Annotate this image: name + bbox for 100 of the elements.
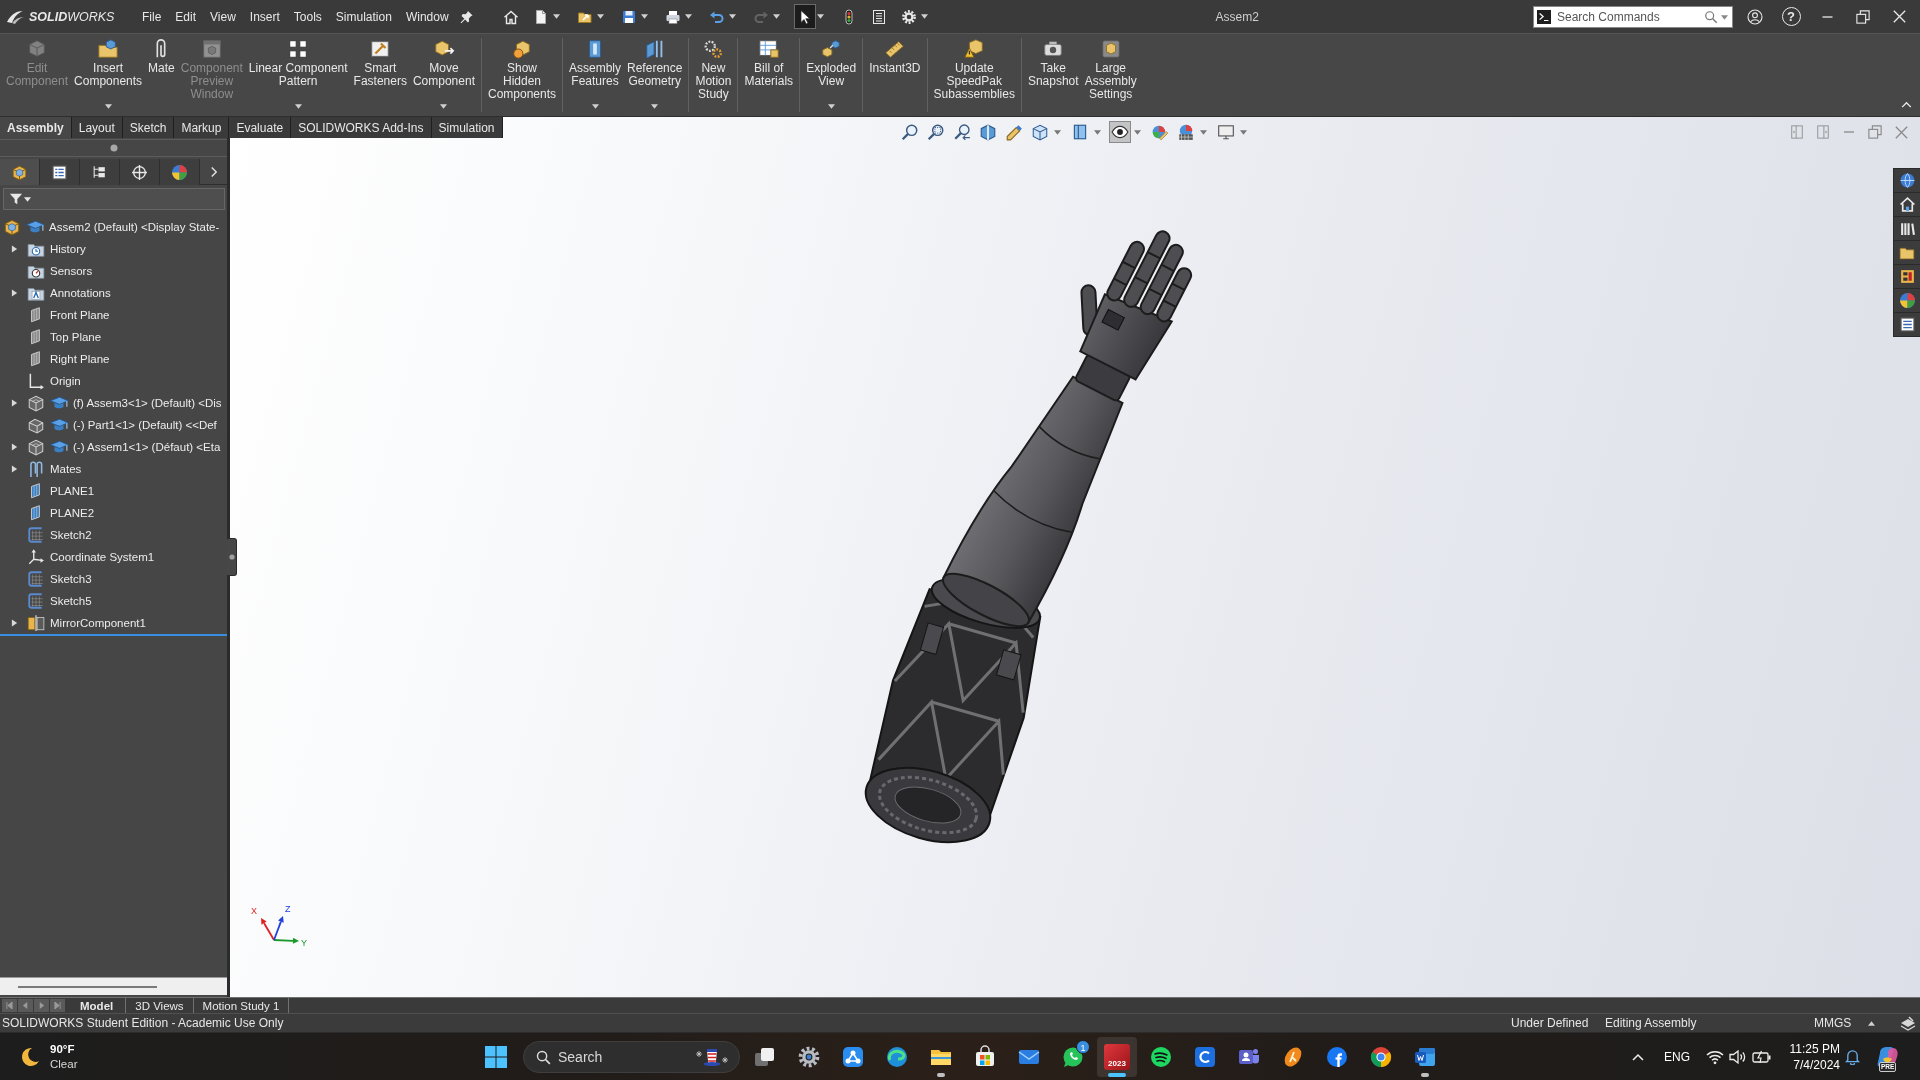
tree-item[interactable]: PLANE2 xyxy=(27,503,97,523)
horizontal-scrollbar[interactable] xyxy=(0,977,227,995)
expand-arrow-icon[interactable] xyxy=(10,289,18,297)
take-snapshot-button[interactable]: Take Snapshot xyxy=(1024,34,1082,116)
panel-collapse-handle[interactable] xyxy=(227,538,237,576)
reference-geometry-button[interactable]: Reference Geometry xyxy=(624,34,686,116)
tree-item[interactable]: Sensors xyxy=(27,261,95,281)
update-speedpak-button[interactable]: Update SpeedPak Subassemblies xyxy=(930,34,1018,116)
tree-item[interactable]: (f) Assem3<1> (Default) <Dis xyxy=(27,393,224,413)
splitter-handle[interactable] xyxy=(108,143,119,153)
expand-arrow-icon[interactable] xyxy=(10,245,18,253)
settings-icon xyxy=(797,1044,821,1069)
cube-icon xyxy=(1031,123,1049,141)
tab[interactable]: SOLIDWORKS Add-Ins xyxy=(291,117,432,138)
appearances-button[interactable] xyxy=(1894,265,1920,288)
tree-item[interactable]: Sketch5 xyxy=(27,591,94,611)
tree-item[interactable]: (-) Assem1<1> (Défaut) <Eta xyxy=(27,437,223,457)
color-button[interactable] xyxy=(1894,289,1920,312)
expand-arrow-icon[interactable] xyxy=(10,443,18,451)
tile-right-icon xyxy=(1816,125,1830,139)
tree-item[interactable]: Mates xyxy=(27,459,84,479)
shaded-box-icon xyxy=(1071,123,1089,141)
tab-scroll-button[interactable] xyxy=(34,999,49,1012)
tree-item[interactable]: Sketch2 xyxy=(27,525,94,545)
tab[interactable]: Evaluate xyxy=(229,117,292,138)
smart-fasteners-button[interactable]: Smart Fasteners xyxy=(350,34,410,116)
tree-item[interactable]: Right Plane xyxy=(27,349,112,369)
view-palette-button[interactable] xyxy=(1894,241,1920,264)
custom-properties-button[interactable] xyxy=(1894,313,1920,336)
tab[interactable]: Assembly xyxy=(0,117,72,138)
design-library-button[interactable] xyxy=(1894,193,1920,216)
move-component-button[interactable]: Move Component xyxy=(409,34,478,116)
minimize-icon xyxy=(1821,15,1833,18)
tree-item[interactable]: PLANE1 xyxy=(27,481,97,501)
menu-item[interactable]: Tools xyxy=(286,4,329,29)
large-assembly-settings-button[interactable]: Large Assembly Settings xyxy=(1081,34,1140,116)
filter-field[interactable] xyxy=(3,188,225,210)
cube-circle-icon xyxy=(511,38,533,60)
expand-arrow-icon[interactable] xyxy=(10,465,18,473)
crosshair-icon xyxy=(131,163,148,181)
input-language-button[interactable]: ENG xyxy=(1657,1049,1697,1064)
tab-scroll-button[interactable] xyxy=(2,999,17,1012)
search-commands-field[interactable]: Search Commands xyxy=(1533,5,1733,28)
color-ball-pencil-icon xyxy=(1151,123,1169,141)
sound-arcs-icon xyxy=(1149,1044,1173,1069)
menu-item[interactable]: File xyxy=(135,4,169,29)
tree-item[interactable]: (-) Part1<1> (Default) <<Def xyxy=(27,415,219,435)
tile-left-button[interactable] xyxy=(1788,123,1806,141)
feature-tree-tab[interactable] xyxy=(0,159,40,185)
resources-button[interactable] xyxy=(1894,169,1920,192)
taskbar-app-button[interactable]: 2023 xyxy=(1097,1036,1137,1077)
chevron-up-icon xyxy=(1632,1052,1644,1061)
tree-item[interactable]: MirrorComponent1 xyxy=(27,613,148,633)
new-motion-study-button[interactable]: New Motion Study xyxy=(692,34,735,116)
circle-icon xyxy=(1325,1044,1349,1069)
tree-item[interactable]: Top Plane xyxy=(27,327,104,347)
tab-scroll-button[interactable] xyxy=(18,999,33,1012)
display-manager-tab[interactable] xyxy=(160,159,200,185)
show-hidden-components-button[interactable]: Show Hidden Components xyxy=(484,34,559,116)
mate-button[interactable]: Mate xyxy=(145,34,178,116)
exploded-view-button[interactable]: Exploded View xyxy=(803,34,860,116)
tree-item[interactable]: History xyxy=(27,239,88,259)
assembly-features-button[interactable]: Assembly Features xyxy=(566,34,625,116)
tree-item[interactable]: Coordinate System1 xyxy=(27,547,157,567)
tab[interactable]: Layout xyxy=(71,117,123,138)
configuration-manager-tab[interactable] xyxy=(80,159,120,185)
hide-show-items-button[interactable] xyxy=(1109,121,1131,143)
caret-icon xyxy=(817,14,825,19)
dimxpert-tab[interactable] xyxy=(120,159,160,185)
tree-item[interactable]: Origin xyxy=(27,371,83,391)
caret-icon xyxy=(1133,129,1141,135)
axis-label: X xyxy=(251,906,257,916)
tile-right-button[interactable] xyxy=(1814,123,1832,141)
tree-item[interactable]: Annotations xyxy=(27,283,113,303)
file-explorer-button[interactable] xyxy=(1894,217,1920,240)
taskbar-search-field[interactable]: Search xyxy=(523,1040,740,1073)
tab[interactable]: Markup xyxy=(174,117,230,138)
wifi-icon xyxy=(1706,1048,1724,1065)
menu-item[interactable]: View xyxy=(203,4,243,29)
select-button[interactable] xyxy=(793,4,816,29)
property-manager-tab[interactable] xyxy=(40,159,80,185)
tab[interactable]: Simulation xyxy=(431,117,503,138)
tree-item[interactable]: Sketch3 xyxy=(27,569,94,589)
expand-arrow-icon[interactable] xyxy=(10,399,18,407)
tree-item[interactable]: Front Plane xyxy=(27,305,112,325)
insert-components-button[interactable]: Insert Components xyxy=(71,34,146,116)
instant3d-button[interactable]: Instant3D xyxy=(866,34,924,116)
menu-item[interactable]: Window xyxy=(398,4,456,29)
menu-item[interactable]: Edit xyxy=(168,4,204,29)
tab[interactable]: Sketch xyxy=(122,117,175,138)
tree-item[interactable]: Assem2 (Default) <Display State- xyxy=(3,217,222,237)
caret-up-icon xyxy=(1867,1020,1875,1026)
sketch-icon xyxy=(27,592,45,610)
bill-of-materials-button[interactable]: Bill of Materials xyxy=(741,34,797,116)
logo-mark-icon xyxy=(5,8,25,25)
expand-arrow-icon[interactable] xyxy=(10,619,18,627)
linear-pattern-button[interactable]: Linear Component Pattern xyxy=(245,34,351,116)
menu-item[interactable]: Insert xyxy=(242,4,287,29)
tab-scroll-button[interactable] xyxy=(50,999,65,1012)
menu-item[interactable]: Simulation xyxy=(328,4,399,29)
